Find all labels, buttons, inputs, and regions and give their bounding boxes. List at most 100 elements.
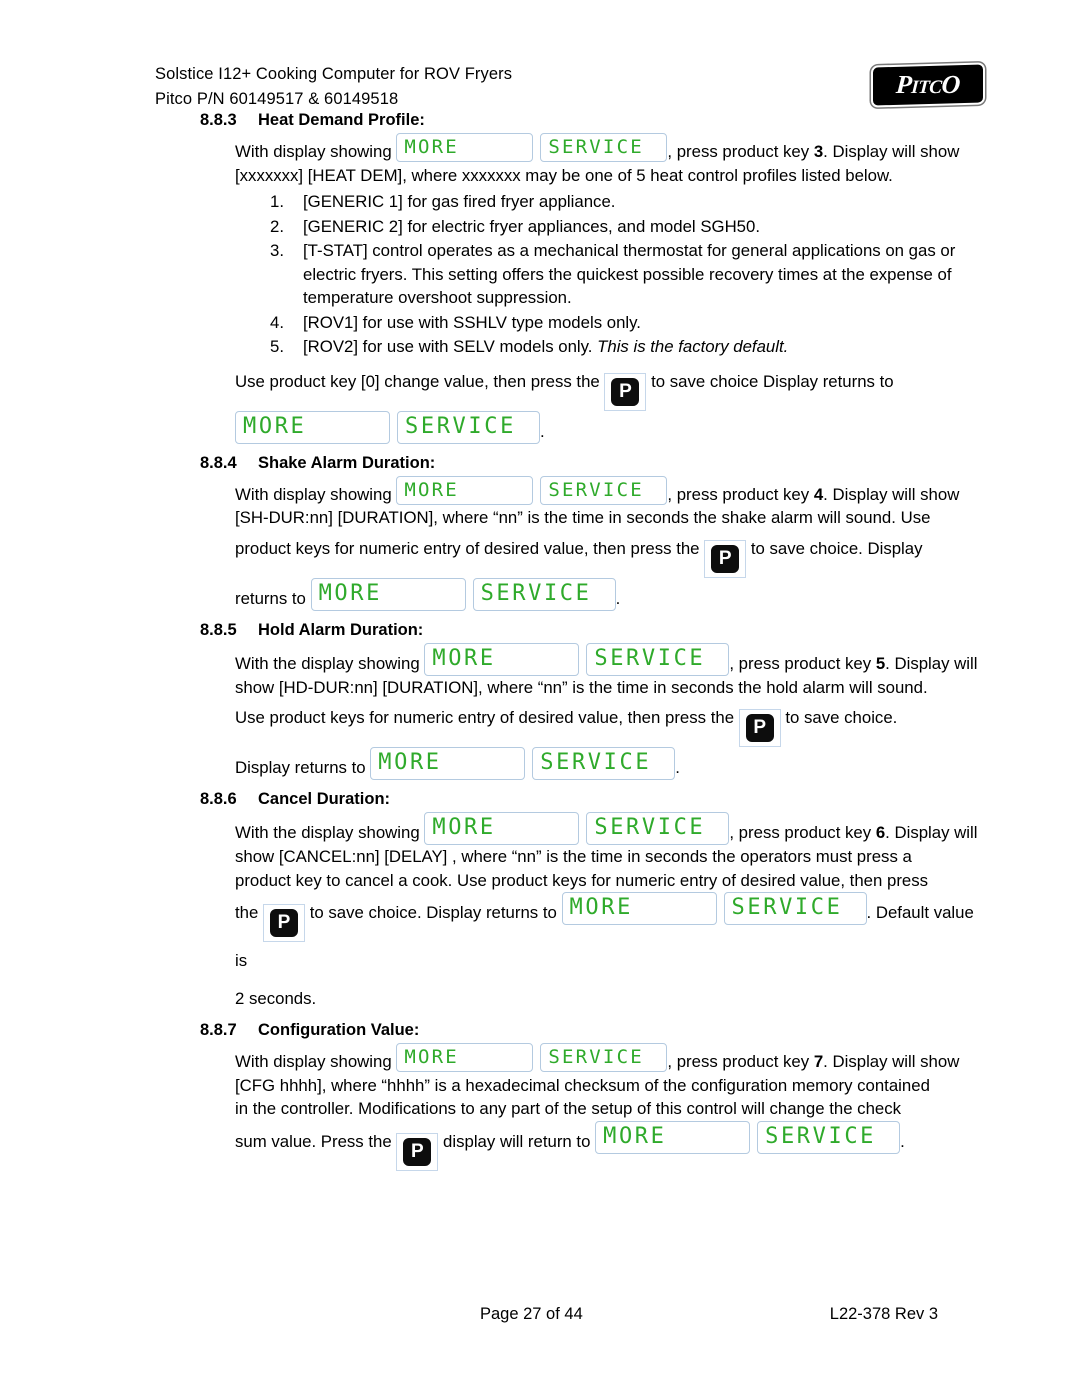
- list-item: 5. [ROV2] for use with SELV models only. …: [155, 335, 983, 359]
- section-title: Shake Alarm Duration:: [258, 453, 436, 472]
- text-run: [SH-DUR:nn] [DURATION], where “nn” is th…: [235, 508, 931, 527]
- text-run: [CFG hhhh], where “hhhh” is a hexadecima…: [235, 1075, 930, 1095]
- text-run: , press product key: [667, 484, 810, 504]
- list-marker: 1.: [270, 192, 284, 211]
- section-number: 8.8.6: [200, 790, 237, 808]
- list-item-text: [GENERIC 2] for electric fryer appliance…: [303, 216, 761, 236]
- lcd-display-service: SERVICE: [532, 747, 676, 780]
- page-footer: Page 27 of 44 L22-378 Rev 3: [155, 1305, 983, 1324]
- header-title-block: Solstice I12+ Cooking Computer for ROV F…: [155, 62, 512, 112]
- text-run: to save choice Display returns to: [651, 371, 894, 391]
- lcd-display-more: MORE: [561, 892, 717, 925]
- product-key-number: 4: [813, 484, 824, 504]
- list-item: 2. [GENERIC 2] for electric fryer applian…: [155, 215, 983, 239]
- text-run: .: [675, 758, 680, 777]
- text-run: Use product key [0] change value, then p…: [235, 371, 600, 391]
- p-key-cap: P: [269, 908, 300, 938]
- text-run: to save choice. Display: [750, 538, 923, 558]
- section-title: Hold Alarm Duration:: [258, 620, 424, 639]
- section-heading-heat-demand: 8.8.3 Heat Demand Profile:: [155, 108, 983, 132]
- p-key-button[interactable]: P: [396, 1132, 439, 1171]
- product-key-number: 3: [813, 142, 824, 161]
- p-key-button[interactable]: P: [604, 372, 647, 411]
- text-run: Display returns to: [235, 758, 366, 777]
- section-title: Configuration Value:: [258, 1021, 420, 1039]
- list-item-text: [ROV1] for use with SSHLV type models on…: [303, 312, 641, 332]
- lcd-display-service: SERVICE: [540, 1043, 668, 1072]
- p-key-cap: P: [402, 1136, 433, 1167]
- text-run: .: [900, 1131, 905, 1151]
- list-marker: 5.: [270, 337, 284, 356]
- lcd-display-service: SERVICE: [540, 133, 668, 162]
- text-run: show [HD-DUR:nn] [DURATION], where “nn” …: [235, 677, 928, 697]
- text-run: , press product key: [667, 142, 810, 161]
- text-run: , press product key: [729, 823, 872, 842]
- paragraph-hold-alarm-save: Use product keys for numeric entry of de…: [155, 699, 983, 787]
- section-number: 8.8.7: [200, 1021, 237, 1039]
- text-run: sum value. Press the: [235, 1131, 392, 1151]
- text-run: show [CANCEL:nn] [DELAY] , where “nn” is…: [235, 847, 912, 866]
- text-run: With display showing: [235, 484, 392, 504]
- text-run: , press product key: [667, 1052, 810, 1071]
- p-key-button[interactable]: P: [263, 904, 306, 942]
- text-run: . Display will: [885, 653, 978, 673]
- text-run: With display showing: [235, 142, 392, 161]
- lcd-display-more: MORE: [370, 747, 526, 780]
- text-run: [ROV2] for use with SELV models only.: [303, 337, 598, 356]
- p-key-cap: P: [610, 376, 641, 407]
- lcd-display-service: SERVICE: [472, 577, 616, 611]
- pitco-logo: PITCO: [871, 62, 985, 108]
- section-number: 8.8.5: [200, 620, 237, 639]
- lcd-display-more: MORE: [396, 475, 534, 505]
- pitco-logo-text: PITCO: [895, 70, 961, 100]
- text-run: returns to: [235, 588, 306, 608]
- text-run: in the controller. Modifications to any …: [235, 1099, 902, 1118]
- document-body: 8.8.3 Heat Demand Profile: With display …: [155, 108, 983, 1171]
- paragraph-configuration-value-intro: With display showing MORE SERVICE, press …: [155, 1043, 983, 1121]
- lcd-display-service: SERVICE: [397, 410, 540, 444]
- paragraph-shake-alarm-intro: With display showing MORE SERVICE, press …: [155, 475, 983, 530]
- list-item-text: [GENERIC 1] for gas fired fryer applianc…: [303, 192, 616, 211]
- paragraph-cancel-duration-save: the P to save choice. Display returns to…: [155, 892, 983, 1018]
- paragraph-heat-demand-intro: With display showing MORE SERVICE, press …: [155, 133, 983, 187]
- text-run: . Display will show: [823, 484, 960, 504]
- text-run: [xxxxxxx] [HEAT DEM], where xxxxxxx may …: [235, 165, 893, 185]
- header-line-1: Solstice I12+ Cooking Computer for ROV F…: [155, 65, 513, 83]
- text-run: With the display showing: [235, 653, 420, 673]
- text-run: product keys for numeric entry of desire…: [235, 538, 700, 558]
- p-key-button[interactable]: P: [738, 709, 781, 747]
- page-header: Solstice I12+ Cooking Computer for ROV F…: [155, 62, 985, 112]
- document-page: Solstice I12+ Cooking Computer for ROV F…: [0, 0, 1080, 1397]
- lcd-display-service: SERVICE: [723, 892, 867, 925]
- text-run: the: [235, 903, 259, 922]
- lcd-display-service: SERVICE: [757, 1120, 901, 1154]
- list-marker: 3.: [270, 241, 284, 260]
- list-item: 1. [GENERIC 1] for gas fired fryer applia…: [155, 190, 983, 214]
- lcd-display-more: MORE: [235, 410, 390, 444]
- lcd-display-more: MORE: [310, 577, 466, 611]
- text-run: Use product keys for numeric entry of de…: [235, 708, 735, 727]
- section-heading-cancel-duration: 8.8.6 Cancel Duration:: [155, 787, 983, 811]
- p-key-button[interactable]: P: [704, 539, 747, 578]
- page-number: Page 27 of 44: [480, 1305, 583, 1323]
- text-run: display will return to: [443, 1131, 591, 1151]
- lcd-display-service: SERVICE: [586, 642, 730, 676]
- section-number: 8.8.4: [200, 453, 237, 472]
- list-marker: 2.: [270, 216, 284, 236]
- text-run: . Display will show: [823, 142, 960, 161]
- section-number: 8.8.3: [200, 111, 237, 129]
- heat-profile-list: 1. [GENERIC 1] for gas fired fryer applia…: [155, 190, 983, 359]
- p-key-cap: P: [710, 543, 741, 574]
- text-run: to save choice. Display returns to: [309, 903, 557, 922]
- list-item-text: [T-STAT] control operates as a mechanica…: [303, 241, 956, 307]
- text-run: product key to cancel a cook. Use produc…: [235, 870, 929, 890]
- text-run: . Display will show: [823, 1052, 960, 1071]
- lcd-display-service: SERVICE: [540, 475, 668, 505]
- text-run: .: [540, 421, 545, 441]
- emphasis-text: This is the factory default.: [597, 337, 789, 356]
- paragraph-configuration-value-save: sum value. Press the P display will retu…: [155, 1120, 983, 1171]
- text-run: 2 seconds.: [235, 989, 317, 1008]
- section-heading-hold-alarm: 8.8.5 Hold Alarm Duration:: [155, 618, 983, 642]
- text-run: , press product key: [729, 653, 872, 673]
- text-run: to save choice.: [785, 708, 898, 727]
